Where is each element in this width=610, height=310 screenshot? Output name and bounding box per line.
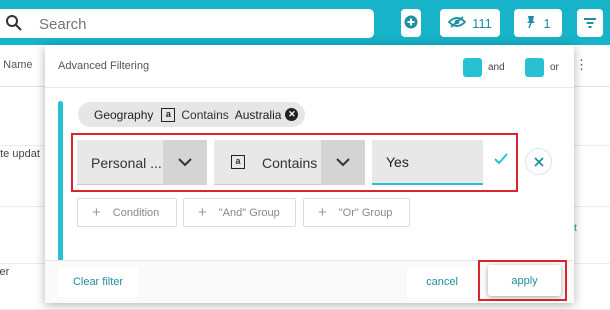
close-icon	[533, 156, 544, 167]
add-or-group-button[interactable]: + "Or" Group	[303, 198, 410, 227]
dialog-title: Advanced Filtering	[58, 60, 150, 72]
pinned-button[interactable]: 1	[514, 9, 562, 37]
filter-icon	[584, 16, 596, 31]
table-cell: ate updat	[0, 148, 40, 160]
add-condition-button[interactable]: + Condition	[77, 198, 177, 227]
top-toolbar: 111 1	[0, 0, 610, 45]
plus-icon: +	[318, 204, 327, 221]
chip-value: Australia	[234, 107, 282, 122]
cancel-button[interactable]: cancel	[407, 267, 477, 297]
apply-button[interactable]: apply	[488, 265, 561, 296]
add-condition-label: Condition	[112, 206, 160, 219]
table-cell: ser	[0, 266, 10, 278]
table-cell-link[interactable]: t	[574, 223, 577, 234]
search-icon	[5, 14, 23, 37]
hidden-columns-button[interactable]: 111	[440, 9, 500, 37]
eye-slash-icon	[447, 15, 467, 31]
text-type-icon: a	[161, 107, 176, 122]
chip-operator: Contains	[181, 107, 229, 122]
add-and-group-button[interactable]: + "And" Group	[183, 198, 296, 227]
condition-chip[interactable]: Geography a Contains Australia ✕	[78, 102, 305, 127]
plus-icon: +	[198, 204, 207, 221]
and-color-swatch	[463, 58, 482, 77]
and-legend-label: and	[488, 62, 505, 73]
chip-field: Geography	[94, 107, 154, 122]
group-indicator-bar	[58, 101, 63, 268]
add-button[interactable]	[401, 9, 421, 37]
confirm-check-icon[interactable]	[494, 152, 508, 170]
remove-condition-icon[interactable]: ✕	[285, 108, 299, 121]
plus-circle-icon	[404, 15, 418, 32]
cancel-condition-button[interactable]	[525, 148, 552, 175]
or-legend-label: or	[550, 62, 559, 73]
hidden-count: 111	[472, 15, 492, 31]
clear-filter-button[interactable]: Clear filter	[58, 267, 138, 297]
column-header-name[interactable]: n Name	[0, 59, 33, 71]
filter-button[interactable]	[577, 9, 603, 37]
plus-icon: +	[92, 204, 101, 221]
highlight-box	[71, 133, 518, 192]
dialog-header: Advanced Filtering and or	[45, 45, 574, 88]
or-color-swatch	[525, 58, 544, 77]
column-menu-icon[interactable]: ⋮	[575, 57, 588, 73]
search-box[interactable]	[0, 9, 374, 38]
pinned-count: 1	[543, 15, 551, 31]
add-or-group-label: "Or" Group	[338, 206, 393, 219]
pin-icon	[525, 15, 537, 32]
search-input[interactable]	[39, 14, 359, 34]
add-and-group-label: "And" Group	[218, 206, 280, 219]
